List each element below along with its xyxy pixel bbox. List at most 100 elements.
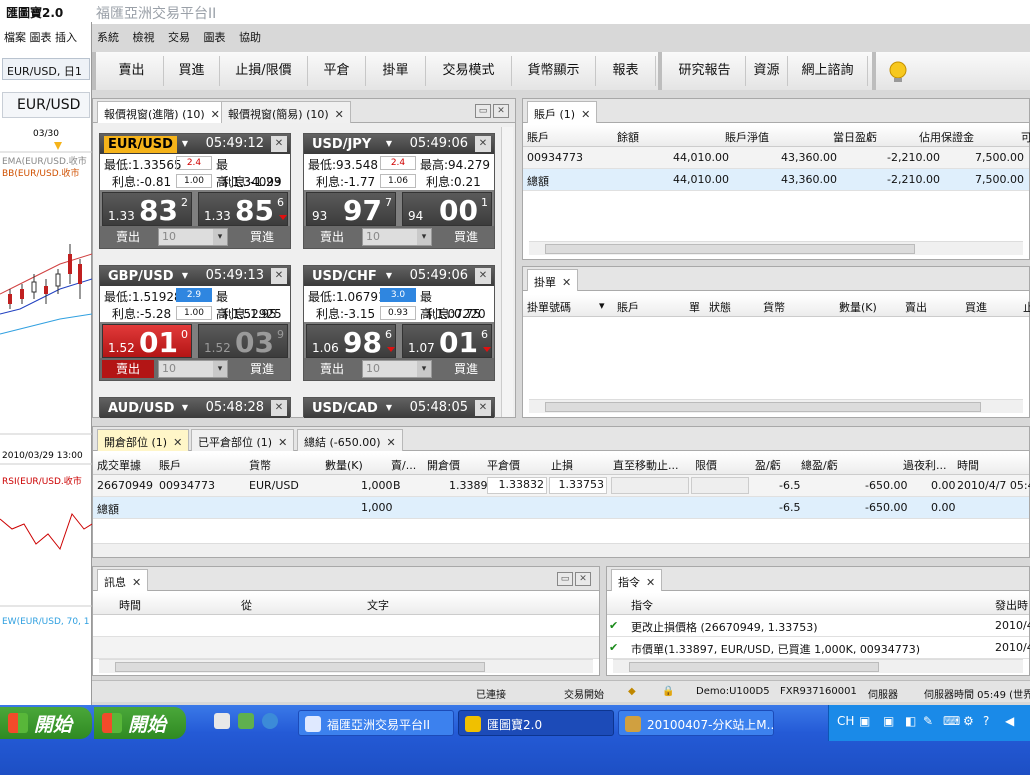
col-stop[interactable]: 止損: [551, 457, 573, 473]
lightbulb-icon[interactable]: [886, 60, 910, 84]
close-icon[interactable]: ✕: [475, 400, 491, 416]
quote-tile[interactable]: GBP/USD ▼ 05:49:13 ✕ 最低:1.51928 2.9 最高:1.52925…: [99, 265, 291, 381]
currency-pair[interactable]: USD/CAD: [308, 400, 382, 417]
chevron-down-icon[interactable]: ▼: [178, 401, 192, 415]
stop-cell[interactable]: 1.33753: [549, 477, 607, 494]
col-from[interactable]: 從: [241, 597, 252, 613]
task-document[interactable]: 20100407-分K站上M...: [618, 710, 774, 736]
col-account[interactable]: 賬戶: [617, 299, 639, 315]
currency-display-button[interactable]: 貨幣顯示: [512, 56, 596, 86]
col-currency[interactable]: 貨幣: [249, 457, 271, 473]
col-pl[interactable]: 盈/虧: [755, 457, 781, 473]
settings-icon[interactable]: ⚙: [963, 714, 974, 728]
col-account[interactable]: 賬戶: [159, 457, 181, 473]
buy-button[interactable]: 買進: [236, 360, 288, 378]
background-price-chart[interactable]: 03/30 EMA(EUR/USD.收市 BB(EUR/USD.收市 2010/…: [0, 124, 93, 660]
col-order-id[interactable]: 掛單號碼: [527, 299, 571, 315]
sell-button[interactable]: 賣出: [102, 360, 154, 378]
list-item[interactable]: ✔ 市價單(1.33897, EUR/USD, 已買進 1,000K, 0093…: [607, 637, 1030, 659]
quote-tile[interactable]: EUR/USD ▼ 05:49:12 ✕ 最低:1.33565 2.4 最高:1.34099…: [99, 133, 291, 249]
half-width-icon[interactable]: ◧: [905, 714, 916, 728]
tab-commands[interactable]: 指令 ✕: [611, 569, 663, 591]
close-icon[interactable]: ✕: [271, 400, 287, 416]
trailing-stop-cell[interactable]: [611, 477, 689, 494]
buy-price-button[interactable]: 1.33 85 6: [198, 192, 288, 227]
close-icon[interactable]: ✕: [173, 436, 182, 449]
col-stop[interactable]: 止: [1023, 299, 1030, 315]
tab-summary[interactable]: 總結 (-650.00) ✕: [297, 429, 403, 451]
menu-system[interactable]: 系統: [92, 26, 124, 48]
minimize-icon[interactable]: ▭: [475, 104, 491, 118]
background-menu[interactable]: 檔案 圖表 插入: [0, 26, 92, 46]
start-button[interactable]: 開始: [0, 707, 92, 739]
close-icon[interactable]: ✕: [271, 268, 287, 284]
sell-button[interactable]: 賣出: [102, 228, 154, 246]
currency-pair[interactable]: AUD/USD: [104, 400, 178, 417]
keyboard-icon[interactable]: ⌨: [943, 714, 960, 728]
col-ticket[interactable]: 成交單據: [97, 457, 141, 473]
col-command[interactable]: 指令: [631, 597, 653, 613]
quantity-select[interactable]: 10: [158, 228, 228, 246]
sell-button[interactable]: 賣出: [306, 360, 358, 378]
total-row[interactable]: 總額 1,000 -6.5 -650.00 0.00: [93, 497, 1029, 519]
pen-icon[interactable]: ✎: [923, 714, 933, 728]
close-icon[interactable]: ✕: [335, 108, 344, 121]
tab-messages[interactable]: 訊息 ✕: [97, 569, 149, 591]
task-chart-app[interactable]: 匯圖寶2.0: [458, 710, 614, 736]
col-trailing-stop[interactable]: 直至移動止...: [613, 457, 679, 473]
menu-chart[interactable]: 圖表: [199, 26, 231, 48]
menu-trade[interactable]: 交易: [163, 26, 195, 48]
sell-button[interactable]: 賣出: [100, 56, 164, 86]
quantity-select[interactable]: 10: [362, 228, 432, 246]
close-position-button[interactable]: 平倉: [308, 56, 366, 86]
close-icon[interactable]: ✕: [475, 268, 491, 284]
quote-tile[interactable]: USD/CHF ▼ 05:49:06 ✕ 最低:1.06791 3.0 最高:1.07220…: [303, 265, 495, 381]
buy-price-button[interactable]: 94 00 1: [402, 192, 492, 227]
quote-tile[interactable]: USD/CAD ▼ 05:48:05 ✕: [303, 397, 495, 418]
chevron-down-icon[interactable]: ▼: [382, 401, 396, 415]
currency-pair[interactable]: GBP/USD: [104, 268, 178, 285]
col-margin[interactable]: 佔用保證金: [919, 129, 974, 145]
tab-closed-positions[interactable]: 已平倉部位 (1) ✕: [191, 429, 295, 451]
col-usable[interactable]: 可: [1021, 129, 1030, 145]
horizontal-scrollbar[interactable]: [613, 659, 1023, 673]
col-sell[interactable]: 賣出: [905, 299, 927, 315]
chevron-down-icon[interactable]: ▼: [382, 269, 396, 283]
list-item[interactable]: [93, 637, 599, 659]
horizontal-scrollbar[interactable]: [93, 543, 1029, 557]
menu-view[interactable]: 檢視: [128, 26, 160, 48]
arrow-left-icon[interactable]: ◀: [1005, 714, 1014, 728]
close-icon[interactable]: ✕: [562, 276, 571, 289]
tab-open-positions[interactable]: 開倉部位 (1) ✕: [97, 429, 190, 451]
close-icon[interactable]: ✕: [211, 108, 220, 121]
close-icon[interactable]: ✕: [575, 572, 591, 586]
horizontal-scrollbar[interactable]: [99, 659, 593, 673]
col-close-price[interactable]: 平倉價: [487, 457, 520, 473]
close-icon[interactable]: ✕: [278, 436, 287, 449]
col-amount[interactable]: 數量(K): [839, 299, 877, 315]
col-buy[interactable]: 買進: [965, 299, 987, 315]
sell-price-button[interactable]: 1.52 01 0: [102, 324, 192, 359]
chevron-down-icon[interactable]: ▼: [178, 269, 192, 283]
col-equity[interactable]: 賬戶淨值: [725, 129, 769, 145]
minimize-icon[interactable]: ▭: [557, 572, 573, 586]
close-icon[interactable]: ✕: [387, 436, 396, 449]
resources-button[interactable]: 資源: [746, 56, 788, 86]
tab-advanced-quotes[interactable]: 報價視窗(進階) (10) ✕: [97, 101, 227, 123]
entry-order-button[interactable]: 掛單: [366, 56, 426, 86]
col-text[interactable]: 文字: [367, 597, 389, 613]
tab-orders[interactable]: 掛單 ✕: [527, 269, 579, 291]
ime-icon[interactable]: ▣: [859, 714, 870, 728]
col-daily-pl[interactable]: 當日盈虧: [833, 129, 877, 145]
chevron-down-icon[interactable]: ▼: [178, 137, 192, 151]
horizontal-scrollbar[interactable]: [529, 399, 1023, 413]
quote-tile[interactable]: USD/JPY ▼ 05:49:06 ✕ 最低:93.548 2.4 最高:94.279 利息…: [303, 133, 495, 249]
language-indicator[interactable]: CH: [837, 714, 854, 728]
col-currency[interactable]: 貨幣: [763, 299, 785, 315]
quote-tile[interactable]: AUD/USD ▼ 05:48:28 ✕: [99, 397, 291, 418]
sell-button[interactable]: 賣出: [306, 228, 358, 246]
close-icon[interactable]: ✕: [132, 576, 141, 589]
close-icon[interactable]: ✕: [493, 104, 509, 118]
col-type[interactable]: 單: [689, 299, 700, 315]
quotes-scrollbar[interactable]: [501, 127, 513, 417]
